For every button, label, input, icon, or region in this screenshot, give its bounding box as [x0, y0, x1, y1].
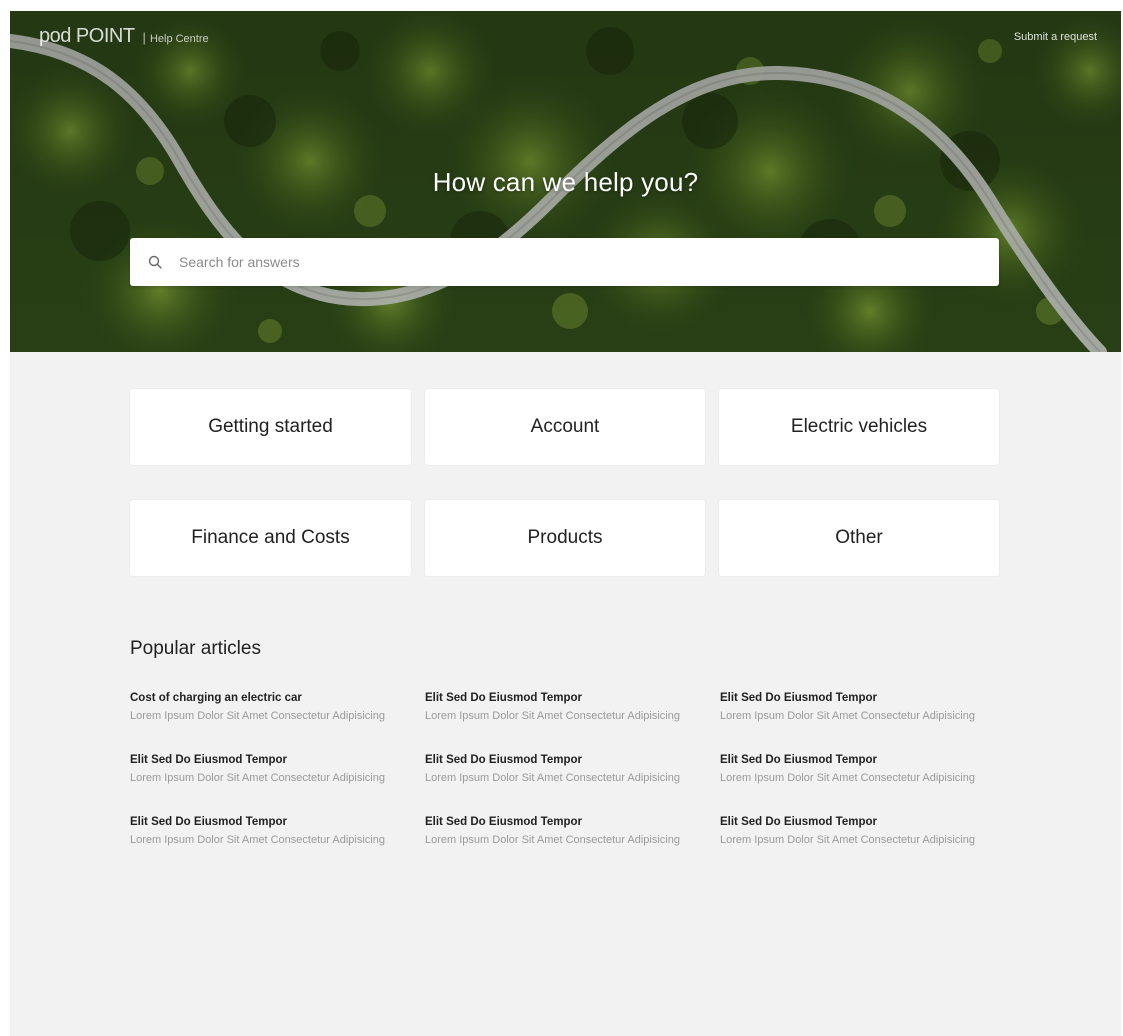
brand[interactable]: pod POINT | Help Centre: [39, 25, 209, 48]
search-bar[interactable]: [130, 237, 999, 287]
article-item[interactable]: Elit Sed Do Eiusmod Tempor Lorem Ipsum D…: [720, 690, 990, 724]
article-item[interactable]: Elit Sed Do Eiusmod Tempor Lorem Ipsum D…: [130, 752, 400, 786]
article-title[interactable]: Elit Sed Do Eiusmod Tempor: [425, 690, 695, 706]
article-title[interactable]: Elit Sed Do Eiusmod Tempor: [130, 814, 400, 830]
article-title[interactable]: Elit Sed Do Eiusmod Tempor: [425, 752, 695, 768]
article-title[interactable]: Cost of charging an electric car: [130, 690, 400, 706]
category-getting-started[interactable]: Getting started: [130, 389, 411, 465]
article-item[interactable]: Cost of charging an electric car Lorem I…: [130, 690, 400, 724]
category-account[interactable]: Account: [425, 389, 705, 465]
help-centre-page: pod POINT | Help Centre Submit a request…: [10, 11, 1121, 1036]
category-other[interactable]: Other: [719, 500, 999, 576]
article-title[interactable]: Elit Sed Do Eiusmod Tempor: [720, 690, 990, 706]
article-title[interactable]: Elit Sed Do Eiusmod Tempor: [130, 752, 400, 768]
article-description: Lorem Ipsum Dolor Sit Amet Consectetur A…: [130, 710, 385, 722]
article-description: Lorem Ipsum Dolor Sit Amet Consectetur A…: [720, 834, 975, 846]
hero-banner: pod POINT | Help Centre Submit a request…: [10, 11, 1121, 352]
article-description: Lorem Ipsum Dolor Sit Amet Consectetur A…: [425, 772, 680, 784]
popular-articles-list: Cost of charging an electric car Lorem I…: [130, 690, 1020, 848]
article-item[interactable]: Elit Sed Do Eiusmod Tempor Lorem Ipsum D…: [425, 814, 695, 848]
article-description: Lorem Ipsum Dolor Sit Amet Consectetur A…: [720, 772, 975, 784]
brand-logo[interactable]: pod POINT: [39, 25, 135, 48]
article-title[interactable]: Elit Sed Do Eiusmod Tempor: [720, 752, 990, 768]
article-description: Lorem Ipsum Dolor Sit Amet Consectetur A…: [425, 834, 680, 846]
category-electric-vehicles[interactable]: Electric vehicles: [719, 389, 999, 465]
brand-subtitle: Help Centre: [149, 33, 209, 45]
category-grid: Getting started Account Electric vehicle…: [130, 389, 1000, 576]
article-description: Lorem Ipsum Dolor Sit Amet Consectetur A…: [720, 710, 975, 722]
article-item[interactable]: Elit Sed Do Eiusmod Tempor Lorem Ipsum D…: [425, 690, 695, 724]
article-description: Lorem Ipsum Dolor Sit Amet Consectetur A…: [130, 772, 385, 784]
article-description: Lorem Ipsum Dolor Sit Amet Consectetur A…: [425, 710, 680, 722]
submit-request-link[interactable]: Submit a request: [1014, 31, 1097, 43]
article-description: Lorem Ipsum Dolor Sit Amet Consectetur A…: [130, 834, 385, 846]
popular-articles-heading: Popular articles: [130, 638, 261, 659]
brand-separator: |: [142, 30, 146, 45]
article-item[interactable]: Elit Sed Do Eiusmod Tempor Lorem Ipsum D…: [425, 752, 695, 786]
article-item[interactable]: Elit Sed Do Eiusmod Tempor Lorem Ipsum D…: [720, 814, 990, 848]
search-icon: [147, 254, 163, 270]
search-input[interactable]: [177, 237, 999, 287]
category-finance-and-costs[interactable]: Finance and Costs: [130, 500, 411, 576]
category-products[interactable]: Products: [425, 500, 705, 576]
top-navigation: pod POINT | Help Centre Submit a request: [10, 11, 1121, 63]
article-title[interactable]: Elit Sed Do Eiusmod Tempor: [720, 814, 990, 830]
hero-title: How can we help you?: [432, 167, 699, 197]
article-item[interactable]: Elit Sed Do Eiusmod Tempor Lorem Ipsum D…: [720, 752, 990, 786]
article-title[interactable]: Elit Sed Do Eiusmod Tempor: [425, 814, 695, 830]
article-item[interactable]: Elit Sed Do Eiusmod Tempor Lorem Ipsum D…: [130, 814, 400, 848]
